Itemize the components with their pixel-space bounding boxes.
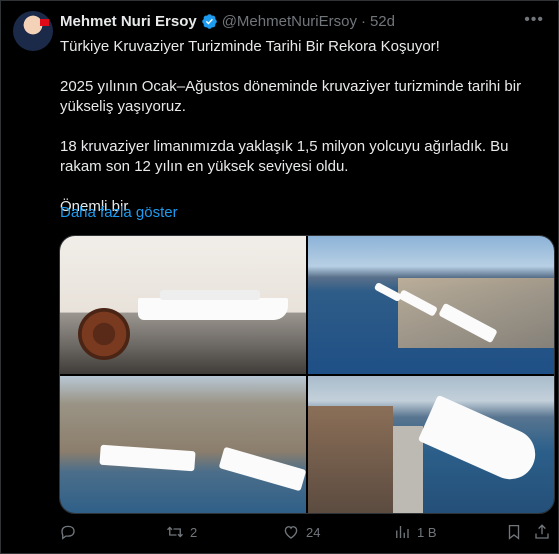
tweet-header: Mehmet Nuri Ersoy @MehmetNuriErsoy · 52d	[60, 11, 395, 31]
share-icon	[535, 524, 549, 539]
tweet-actions: 2 24 1 B	[59, 523, 549, 545]
separator-dot: ·	[360, 12, 366, 30]
cruise-ship-terminal-photo[interactable]	[308, 375, 554, 513]
tweet-card[interactable]: Mehmet Nuri Ersoy @MehmetNuriErsoy · 52d…	[0, 0, 559, 554]
bookmark-button[interactable]	[505, 523, 523, 541]
share-button[interactable]	[533, 523, 551, 541]
analytics-icon	[396, 526, 409, 538]
galataport-photo[interactable]	[60, 375, 306, 513]
like-button[interactable]: 24	[282, 523, 320, 541]
retweet-button[interactable]: 2	[166, 523, 197, 541]
avatar[interactable]	[13, 11, 53, 51]
reply-icon	[61, 525, 75, 540]
retweet-count: 2	[190, 524, 198, 540]
ellipsis-icon[interactable]: •••	[524, 11, 544, 29]
like-count: 24	[306, 524, 321, 540]
media-grid	[59, 235, 555, 514]
tweet-text: Türkiye Kruvaziyer Turizminde Tarihi Bir…	[60, 38, 522, 215]
bookmark-icon	[508, 524, 520, 540]
verified-badge-icon	[201, 13, 217, 29]
cruise-port-aerial-photo[interactable]	[308, 236, 554, 374]
views-count: 1 B	[417, 524, 437, 540]
author-handle[interactable]: @MehmetNuriErsoy	[222, 13, 357, 30]
author-name[interactable]: Mehmet Nuri Ersoy	[60, 13, 197, 30]
reply-button[interactable]	[59, 523, 77, 541]
retweet-icon	[167, 526, 183, 538]
cruise-ship-photo-1[interactable]	[60, 236, 306, 374]
show-more-link[interactable]: Daha fazla göster	[60, 204, 178, 221]
heart-icon	[284, 526, 298, 539]
views-button[interactable]: 1 B	[393, 523, 437, 541]
timestamp[interactable]: 52d	[370, 13, 395, 30]
